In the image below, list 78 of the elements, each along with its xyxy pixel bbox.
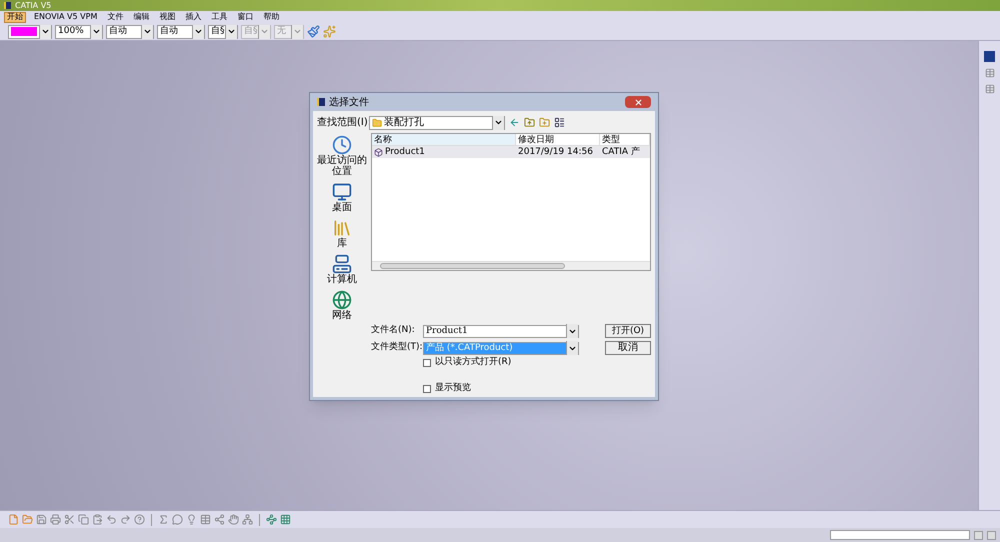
new-folder-icon[interactable]	[539, 117, 550, 128]
close-icon	[634, 98, 642, 106]
hand-icon[interactable]	[228, 514, 239, 525]
place-item[interactable]: 桌面	[317, 182, 367, 213]
checkbox[interactable]	[423, 384, 431, 392]
menu-item[interactable]: 帮助	[261, 12, 282, 22]
monitor-icon	[332, 182, 352, 202]
place-item[interactable]: 计算机	[317, 254, 367, 285]
paste-icon[interactable]	[92, 514, 103, 525]
file-name-label: 文件名(N):	[371, 324, 416, 338]
look-in-dropdown[interactable]: 装配打孔	[369, 116, 505, 130]
save-icon[interactable]	[36, 514, 47, 525]
folder-up-icon[interactable]	[524, 117, 535, 128]
checkbox[interactable]	[423, 358, 431, 366]
menu-item[interactable]: 文件	[105, 12, 126, 22]
folder-icon	[372, 118, 382, 128]
speech-bubble-icon[interactable]	[172, 514, 183, 525]
view-menu-icon[interactable]	[554, 117, 565, 128]
style-dropdown[interactable]: 自§	[208, 24, 238, 38]
checkbox-label: 显示预览	[435, 384, 471, 393]
globe-icon	[332, 290, 352, 310]
place-item[interactable]: 最近访问的位置	[317, 135, 367, 177]
lightbulb-icon[interactable]	[186, 514, 197, 525]
place-item[interactable]: 网络	[317, 290, 367, 321]
computer-icon	[332, 254, 352, 274]
column-header[interactable]: 名称	[372, 134, 516, 145]
style-dropdown[interactable]: 100%	[55, 24, 103, 38]
file-type: CATIA 产	[601, 148, 641, 156]
scissors-icon[interactable]	[64, 514, 75, 525]
close-button[interactable]	[625, 96, 651, 108]
folder-icon[interactable]	[22, 514, 33, 525]
open-button[interactable]: 打开(O)	[605, 324, 651, 338]
nodes-icon[interactable]	[214, 514, 225, 525]
checkbox-label: 以只读方式打开(R)	[435, 358, 512, 367]
menu-item[interactable]: 编辑	[131, 12, 152, 22]
menu-item[interactable]: ENOVIA V5 VPM	[32, 12, 100, 22]
table-icon[interactable]	[984, 84, 994, 94]
help-icon[interactable]	[134, 514, 145, 525]
grid-icon[interactable]	[280, 514, 291, 525]
window-title: CATIA V5	[15, 2, 52, 10]
menu-item[interactable]: 开始	[4, 12, 26, 22]
redo-icon[interactable]	[120, 514, 131, 525]
style-dropdown[interactable]: 自动	[106, 24, 154, 38]
place-item[interactable]: 库	[317, 218, 367, 249]
menu-item[interactable]: 窗口	[235, 12, 256, 22]
file-icon[interactable]	[8, 514, 19, 525]
command-field[interactable]	[830, 530, 970, 540]
menu-item[interactable]: 视图	[157, 12, 178, 22]
file-name: Product1	[385, 148, 425, 156]
cancel-button[interactable]: 取消	[605, 341, 651, 355]
undo-icon[interactable]	[106, 514, 117, 525]
app-logo-icon	[317, 98, 325, 106]
style-dropdown[interactable]: 自动	[157, 24, 205, 38]
menu-item[interactable]: 工具	[209, 12, 230, 22]
tree-icon[interactable]	[242, 514, 253, 525]
color-dropdown[interactable]	[8, 24, 52, 38]
dialog-title: 选择文件	[329, 96, 370, 110]
clock-icon	[332, 135, 352, 155]
product-file-icon	[374, 148, 383, 156]
back-arrow-icon[interactable]	[509, 117, 520, 128]
horizontal-scrollbar[interactable]	[372, 261, 650, 270]
app-logo-icon	[4, 2, 11, 9]
file-row[interactable]: Product1 2017/9/19 14:56 CATIA 产	[372, 146, 650, 158]
table-icon[interactable]	[200, 514, 211, 525]
file-name-field[interactable]: Product1	[423, 324, 579, 338]
sparkle-icon[interactable]	[323, 25, 336, 38]
column-header[interactable]: 修改日期	[516, 134, 600, 145]
waypoints-icon[interactable]	[266, 514, 277, 525]
books-icon	[332, 218, 352, 238]
column-header[interactable]: 类型	[600, 134, 650, 145]
menu-item[interactable]: 插入	[183, 12, 204, 22]
file-type-label: 文件类型(T):	[371, 341, 419, 354]
printer-icon[interactable]	[50, 514, 61, 525]
copy-icon[interactable]	[78, 514, 89, 525]
file-date: 2017/9/19 14:56	[517, 148, 594, 156]
table-icon[interactable]	[984, 68, 994, 78]
formula-icon[interactable]	[158, 514, 169, 525]
paintbrush-icon[interactable]	[307, 25, 320, 38]
